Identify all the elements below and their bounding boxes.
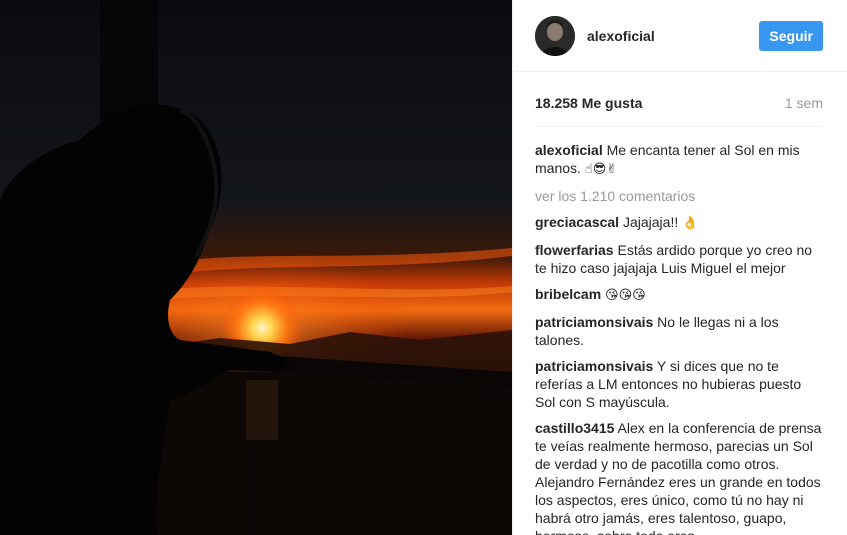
comment-item: flowerfarias Estás ardido porque yo creo… xyxy=(535,241,823,277)
comment-username[interactable]: castillo3415 xyxy=(535,420,614,436)
comment-username[interactable]: patriciamonsivais xyxy=(535,358,653,374)
post-timestamp[interactable]: 1 sem xyxy=(785,95,823,111)
view-more-comments-link[interactable]: ver los 1.210 comentarios xyxy=(535,187,823,205)
sunset-silhouette-image xyxy=(0,0,512,535)
comment-username[interactable]: patriciamonsivais xyxy=(535,314,653,330)
post-stats: 18.258 Me gusta 1 sem xyxy=(513,95,847,111)
caption-username[interactable]: alexoficial xyxy=(535,142,603,158)
comment-item: greciacascal Jajajaja!! 👌 xyxy=(535,213,823,233)
divider xyxy=(535,126,823,127)
post-photo[interactable] xyxy=(0,0,512,535)
comment-emoji: 😘😘😘 xyxy=(605,288,646,303)
comments-list: alexoficial Me encanta tener al Sol en m… xyxy=(513,141,847,535)
avatar[interactable] xyxy=(535,15,575,56)
comment-emoji: 👌 xyxy=(682,216,699,231)
likes-count[interactable]: 18.258 Me gusta xyxy=(535,95,642,111)
header-username[interactable]: alexoficial xyxy=(587,28,759,44)
comment-item: patriciamonsivais No le llegas ni a los … xyxy=(535,313,823,349)
caption: alexoficial Me encanta tener al Sol en m… xyxy=(535,141,823,179)
avatar-image-icon xyxy=(535,15,575,56)
post-sidebar: alexoficial Seguir 18.258 Me gusta 1 sem… xyxy=(512,0,847,535)
caption-emoji: ☝😎✌ xyxy=(584,162,618,177)
follow-button[interactable]: Seguir xyxy=(759,20,823,51)
comment-item: bribelcam 😘😘😘 xyxy=(535,285,823,305)
comment-text: Jajajaja!! xyxy=(622,214,679,230)
comment-item: patriciamonsivais Y si dices que no te r… xyxy=(535,357,823,411)
comment-text: Alex en la conferencia de prensa te veía… xyxy=(535,420,822,535)
comment-username[interactable]: flowerfarias xyxy=(535,242,614,258)
comment-username[interactable]: greciacascal xyxy=(535,214,619,230)
post-header: alexoficial Seguir xyxy=(513,0,847,72)
comment-username[interactable]: bribelcam xyxy=(535,286,601,302)
comment-item: castillo3415 Alex en la conferencia de p… xyxy=(535,419,823,535)
